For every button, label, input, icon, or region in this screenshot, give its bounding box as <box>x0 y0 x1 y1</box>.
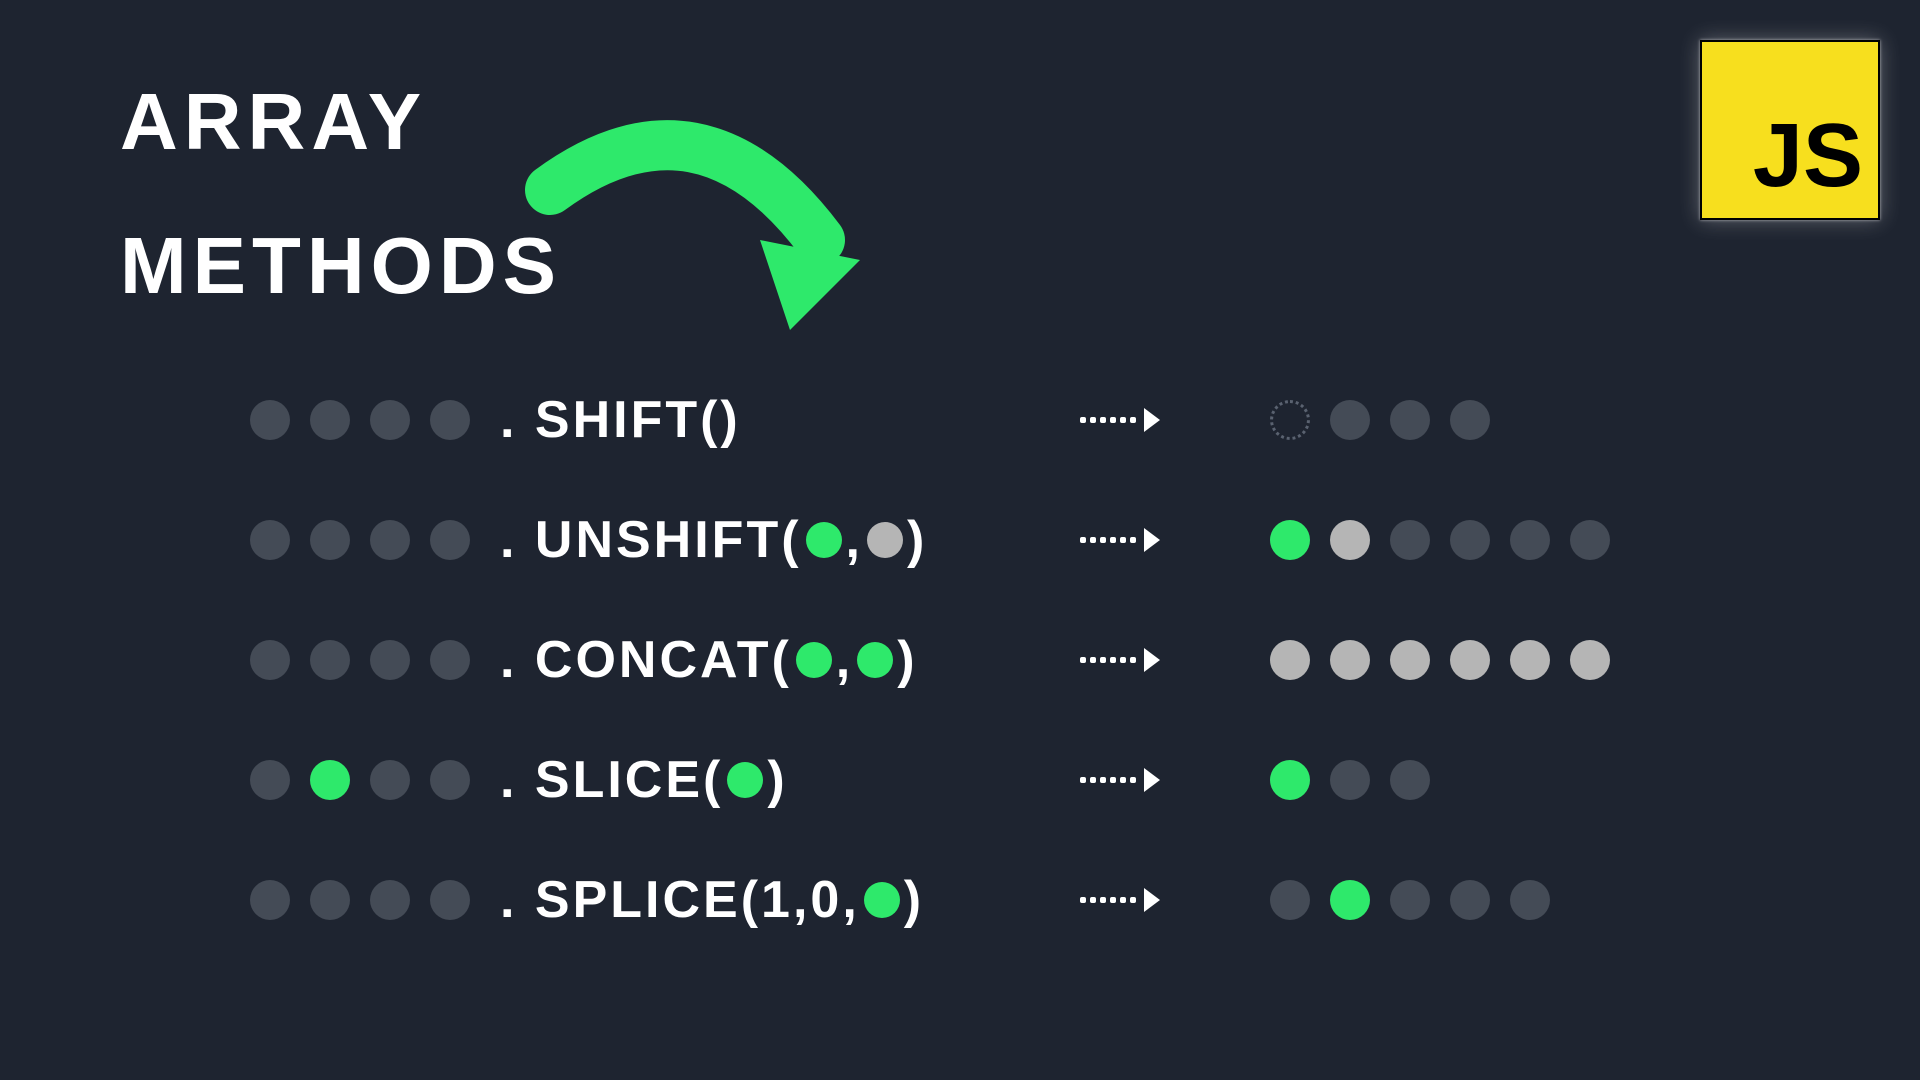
dot-dark <box>430 400 470 440</box>
method-prefix: . UNSHIFT( <box>500 510 802 570</box>
dot-light <box>1570 640 1610 680</box>
result-arrow-icon <box>1080 888 1160 912</box>
dot-green <box>806 522 842 558</box>
dot-green <box>796 642 832 678</box>
method-prefix: . SLICE( <box>500 750 723 810</box>
dot-green <box>1270 520 1310 560</box>
before-array <box>250 880 500 920</box>
js-logo-badge: JS <box>1700 40 1880 220</box>
arg-comma: , <box>836 630 853 690</box>
arrow-cell <box>1070 768 1170 792</box>
dot-dark <box>250 880 290 920</box>
dot-light <box>1450 640 1490 680</box>
page-title: ARRAY METHODS <box>120 50 562 338</box>
method-suffix: ) <box>907 510 927 570</box>
method-row-unshift: . UNSHIFT(,) <box>250 510 1610 570</box>
arg-comma: , <box>846 510 863 570</box>
dot-dark <box>370 880 410 920</box>
before-array <box>250 400 500 440</box>
method-prefix: . CONCAT( <box>500 630 792 690</box>
method-prefix: . SHIFT( <box>500 390 720 450</box>
dot-dark <box>1330 760 1370 800</box>
dot-dark <box>1510 520 1550 560</box>
after-array <box>1270 640 1610 680</box>
method-row-shift: . SHIFT() <box>250 390 1610 450</box>
method-label-shift: . SHIFT() <box>500 390 1070 450</box>
dot-green <box>1270 760 1310 800</box>
dot-dark <box>310 400 350 440</box>
dot-dark <box>1270 880 1310 920</box>
dot-dark <box>1450 880 1490 920</box>
dot-dark <box>310 520 350 560</box>
dot-light <box>1510 640 1550 680</box>
result-arrow-icon <box>1080 528 1160 552</box>
after-array <box>1270 760 1430 800</box>
method-row-splice: . SPLICE(1,0,) <box>250 870 1610 930</box>
title-line-2: METHODS <box>120 194 562 338</box>
dot-dark <box>1450 400 1490 440</box>
dot-dark <box>310 640 350 680</box>
dot-dark <box>370 640 410 680</box>
dot-light <box>1330 640 1370 680</box>
dot-dark <box>430 880 470 920</box>
dot-ghost <box>1270 400 1310 440</box>
dot-light <box>867 522 903 558</box>
dot-dark <box>430 640 470 680</box>
before-array <box>250 760 500 800</box>
method-suffix: ) <box>767 750 787 810</box>
curved-arrow-icon <box>520 100 880 350</box>
method-prefix: . SPLICE(1,0, <box>500 870 860 930</box>
dot-dark <box>430 520 470 560</box>
dot-dark <box>1390 760 1430 800</box>
method-suffix: ) <box>897 630 917 690</box>
after-array <box>1270 520 1610 560</box>
dot-dark <box>250 400 290 440</box>
dot-dark <box>1450 520 1490 560</box>
dot-light <box>1270 640 1310 680</box>
dot-green <box>857 642 893 678</box>
method-suffix: ) <box>904 870 924 930</box>
dot-dark <box>1510 880 1550 920</box>
arrow-cell <box>1070 408 1170 432</box>
dot-light <box>1390 640 1430 680</box>
method-row-slice: . SLICE() <box>250 750 1610 810</box>
dot-dark <box>370 400 410 440</box>
method-row-concat: . CONCAT(,) <box>250 630 1610 690</box>
dot-dark <box>430 760 470 800</box>
dot-dark <box>1390 520 1430 560</box>
method-label-concat: . CONCAT(,) <box>500 630 1070 690</box>
method-label-unshift: . UNSHIFT(,) <box>500 510 1070 570</box>
method-label-slice: . SLICE() <box>500 750 1070 810</box>
method-suffix: ) <box>720 390 740 450</box>
result-arrow-icon <box>1080 408 1160 432</box>
method-label-splice: . SPLICE(1,0,) <box>500 870 1070 930</box>
before-array <box>250 520 500 560</box>
dot-dark <box>250 640 290 680</box>
after-array <box>1270 880 1550 920</box>
dot-light <box>1330 520 1370 560</box>
dot-dark <box>310 880 350 920</box>
dot-dark <box>1390 400 1430 440</box>
method-list: . SHIFT(). UNSHIFT(,). CONCAT(,). SLICE(… <box>250 390 1610 930</box>
before-array <box>250 640 500 680</box>
arrow-cell <box>1070 648 1170 672</box>
dot-dark <box>370 760 410 800</box>
dot-dark <box>1390 880 1430 920</box>
arrow-cell <box>1070 528 1170 552</box>
dot-dark <box>250 520 290 560</box>
title-line-1: ARRAY <box>120 50 562 194</box>
after-array <box>1270 400 1490 440</box>
dot-green <box>727 762 763 798</box>
dot-dark <box>370 520 410 560</box>
dot-dark <box>1330 400 1370 440</box>
dot-green <box>1330 880 1370 920</box>
arrow-cell <box>1070 888 1170 912</box>
dot-dark <box>1570 520 1610 560</box>
result-arrow-icon <box>1080 648 1160 672</box>
dot-green <box>310 760 350 800</box>
dot-green <box>864 882 900 918</box>
js-logo-text: JS <box>1753 105 1863 208</box>
result-arrow-icon <box>1080 768 1160 792</box>
dot-dark <box>250 760 290 800</box>
